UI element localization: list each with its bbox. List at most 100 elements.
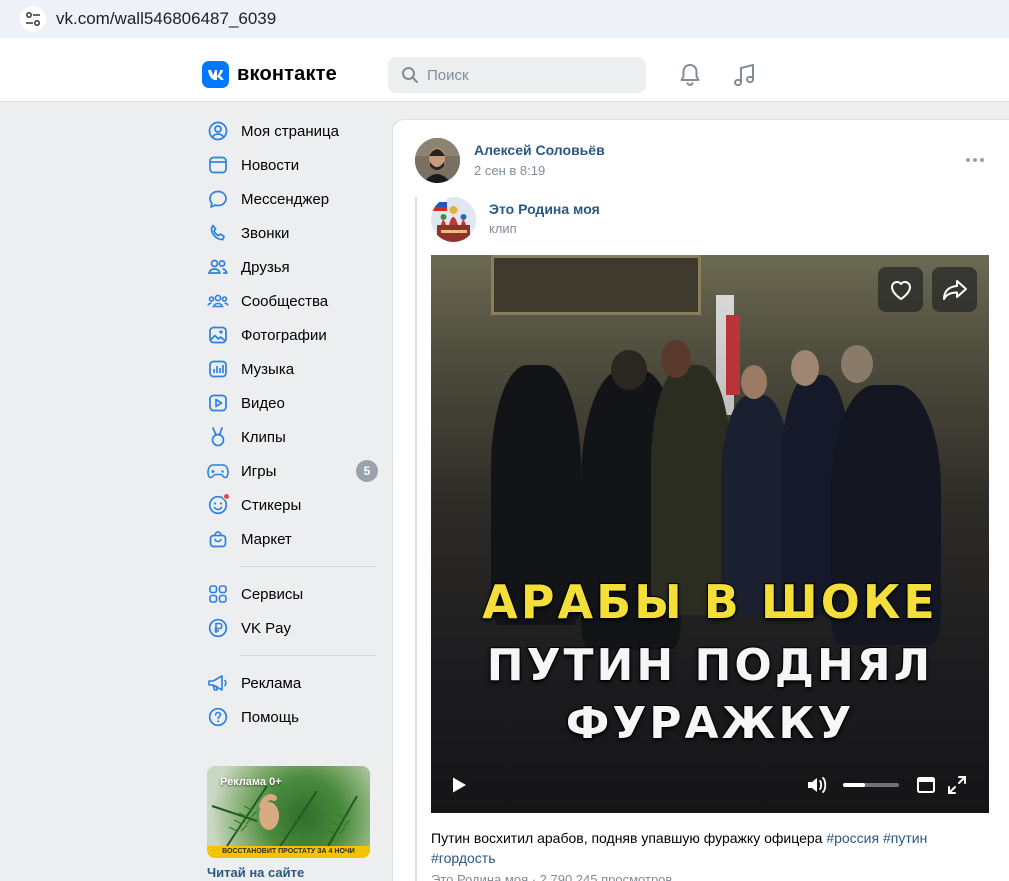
play-button-icon[interactable] bbox=[449, 775, 469, 795]
vk-logo-icon bbox=[202, 61, 229, 88]
sidebar-item-calls[interactable]: Звонки bbox=[200, 216, 380, 250]
new-stickers-dot bbox=[223, 493, 230, 500]
sidebar-item-stickers[interactable]: Стикеры bbox=[200, 488, 380, 522]
video-overlay-title-line2: ПУТИН ПОДНЯЛ bbox=[486, 639, 934, 692]
vk-header: вконтакте bbox=[0, 48, 1009, 102]
sidebar-item-label: Реклама bbox=[241, 674, 302, 692]
search-box[interactable] bbox=[388, 57, 646, 93]
market-icon bbox=[207, 528, 229, 550]
sidebar-item-label: Маркет bbox=[241, 530, 292, 548]
browser-address-bar: vk.com/wall546806487_6039 bbox=[0, 0, 1009, 38]
post-author-name[interactable]: Алексей Соловьёв bbox=[474, 142, 605, 158]
clips-icon bbox=[207, 426, 229, 448]
volume-slider[interactable] bbox=[843, 783, 899, 787]
megaphone-icon bbox=[207, 672, 229, 694]
sidebar-item-label: VK Pay bbox=[241, 619, 292, 637]
sidebar-item-vkpay[interactable]: VK Pay bbox=[200, 611, 380, 645]
clip-source-views: Это Родина моя · 2 790 245 просмотров bbox=[431, 872, 673, 881]
volume-slider-fill bbox=[843, 783, 866, 787]
ad-read-more-link[interactable]: Читай на сайте bbox=[207, 865, 304, 880]
sidebar-item-my-page[interactable]: Моя страница bbox=[200, 114, 380, 148]
group-avatar[interactable] bbox=[431, 197, 476, 242]
phone-icon bbox=[207, 222, 229, 244]
video-scene-head bbox=[841, 345, 873, 383]
sidebar-item-music[interactable]: Музыка bbox=[200, 352, 380, 386]
games-icon bbox=[207, 460, 229, 482]
sidebar-item-label: Помощь bbox=[241, 708, 299, 726]
sidebar-item-label: Стикеры bbox=[241, 496, 302, 514]
author-avatar[interactable] bbox=[415, 138, 460, 183]
video-scene-head bbox=[741, 365, 767, 399]
sidebar-item-friends[interactable]: Друзья bbox=[200, 250, 380, 284]
communities-icon bbox=[207, 290, 229, 312]
vkpay-icon bbox=[207, 617, 229, 639]
ad-age-label: Реклама 0+ bbox=[220, 776, 282, 788]
music-icon bbox=[207, 358, 229, 380]
hashtag-link[interactable]: #россия bbox=[826, 830, 879, 846]
search-input[interactable] bbox=[427, 66, 627, 84]
post-more-options-icon[interactable] bbox=[962, 150, 988, 170]
video-overlay-title-line1: АРАБЫ В ШОКЕ bbox=[481, 574, 938, 630]
clip-video-player[interactable]: АРАБЫ В ШОКЕ ПУТИН ПОДНЯЛ ФУРАЖКУ bbox=[431, 255, 989, 813]
sidebar-item-communities[interactable]: Сообщества bbox=[200, 284, 380, 318]
friends-icon bbox=[207, 256, 229, 278]
hashtag-link[interactable]: #гордость bbox=[431, 850, 496, 866]
photo-icon bbox=[207, 324, 229, 346]
sidebar-divider bbox=[240, 655, 376, 656]
vk-logo-text: вконтакте bbox=[237, 63, 337, 85]
address-url[interactable]: vk.com/wall546806487_6039 bbox=[56, 9, 276, 29]
repost-group-name[interactable]: Это Родина моя bbox=[489, 201, 600, 217]
video-scene-head bbox=[661, 340, 691, 378]
news-icon bbox=[207, 154, 229, 176]
sidebar-item-photos[interactable]: Фотографии bbox=[200, 318, 380, 352]
sidebar-item-label: Видео bbox=[241, 394, 285, 412]
post-caption: Путин восхитил арабов, подняв упавшую фу… bbox=[431, 828, 991, 868]
sidebar-item-label: Фотографии bbox=[241, 326, 327, 344]
message-icon bbox=[207, 188, 229, 210]
video-overlay-title-line3: ФУРАЖКУ bbox=[565, 697, 855, 750]
sidebar-item-video[interactable]: Видео bbox=[200, 386, 380, 420]
vk-logo[interactable]: вконтакте bbox=[202, 61, 337, 88]
sidebar-item-clips[interactable]: Клипы bbox=[200, 420, 380, 454]
share-clip-icon[interactable] bbox=[932, 267, 977, 312]
sidebar-item-help[interactable]: Помощь bbox=[200, 700, 380, 734]
sidebar-item-label: Друзья bbox=[241, 258, 290, 276]
stickers-icon bbox=[207, 493, 230, 516]
services-icon bbox=[207, 583, 229, 605]
video-scene-frame bbox=[491, 255, 701, 315]
sidebar-item-label: Клипы bbox=[241, 428, 286, 446]
sidebar-item-label: Новости bbox=[241, 156, 300, 174]
site-settings-icon[interactable] bbox=[20, 6, 46, 32]
video-scene-flag-red bbox=[726, 315, 740, 395]
sidebar-item-label: Сервисы bbox=[241, 585, 304, 603]
sidebar-item-messenger[interactable]: Мессенджер bbox=[200, 182, 380, 216]
sidebar-item-label: Звонки bbox=[241, 224, 290, 242]
repost-indicator-line bbox=[415, 197, 417, 881]
sidebar-item-games[interactable]: Игры 5 bbox=[200, 454, 380, 488]
fullscreen-icon[interactable] bbox=[946, 774, 968, 796]
caption-text: Путин восхитил арабов, подняв упавшую фу… bbox=[431, 830, 827, 846]
music-player-icon[interactable] bbox=[731, 62, 757, 88]
post-timestamp[interactable]: 2 сен в 8:19 bbox=[474, 163, 545, 178]
notifications-bell-icon[interactable] bbox=[677, 62, 703, 88]
miniplayer-icon[interactable] bbox=[915, 775, 937, 795]
sidebar-item-label: Музыка bbox=[241, 360, 295, 378]
sidebar-item-label: Сообщества bbox=[241, 292, 329, 310]
video-scene-head bbox=[611, 350, 647, 390]
sidebar-item-services[interactable]: Сервисы bbox=[200, 577, 380, 611]
like-clip-heart-icon[interactable] bbox=[878, 267, 923, 312]
browser-separator bbox=[0, 38, 1009, 48]
help-icon bbox=[207, 706, 229, 728]
sidebar-item-ads[interactable]: Реклама bbox=[200, 666, 380, 700]
sidebar-item-news[interactable]: Новости bbox=[200, 148, 380, 182]
ad-banner-text: ВОССТАНОВИТ ПРОСТАТУ ЗА 4 НОЧИ bbox=[207, 846, 370, 858]
video-scene-head bbox=[791, 350, 819, 386]
left-sidebar: Моя страница Новости Мессенджер Звонки Д… bbox=[200, 114, 380, 734]
volume-icon[interactable] bbox=[805, 774, 829, 796]
search-icon bbox=[402, 67, 418, 83]
sidebar-item-label: Моя страница bbox=[241, 122, 339, 140]
hashtag-link[interactable]: #путин bbox=[883, 830, 927, 846]
sidebar-item-market[interactable]: Маркет bbox=[200, 522, 380, 556]
user-circle-icon bbox=[207, 120, 229, 142]
sidebar-ad-image[interactable]: Реклама 0+ ВОССТАНОВИТ ПРОСТАТУ ЗА 4 НОЧ… bbox=[207, 766, 370, 858]
